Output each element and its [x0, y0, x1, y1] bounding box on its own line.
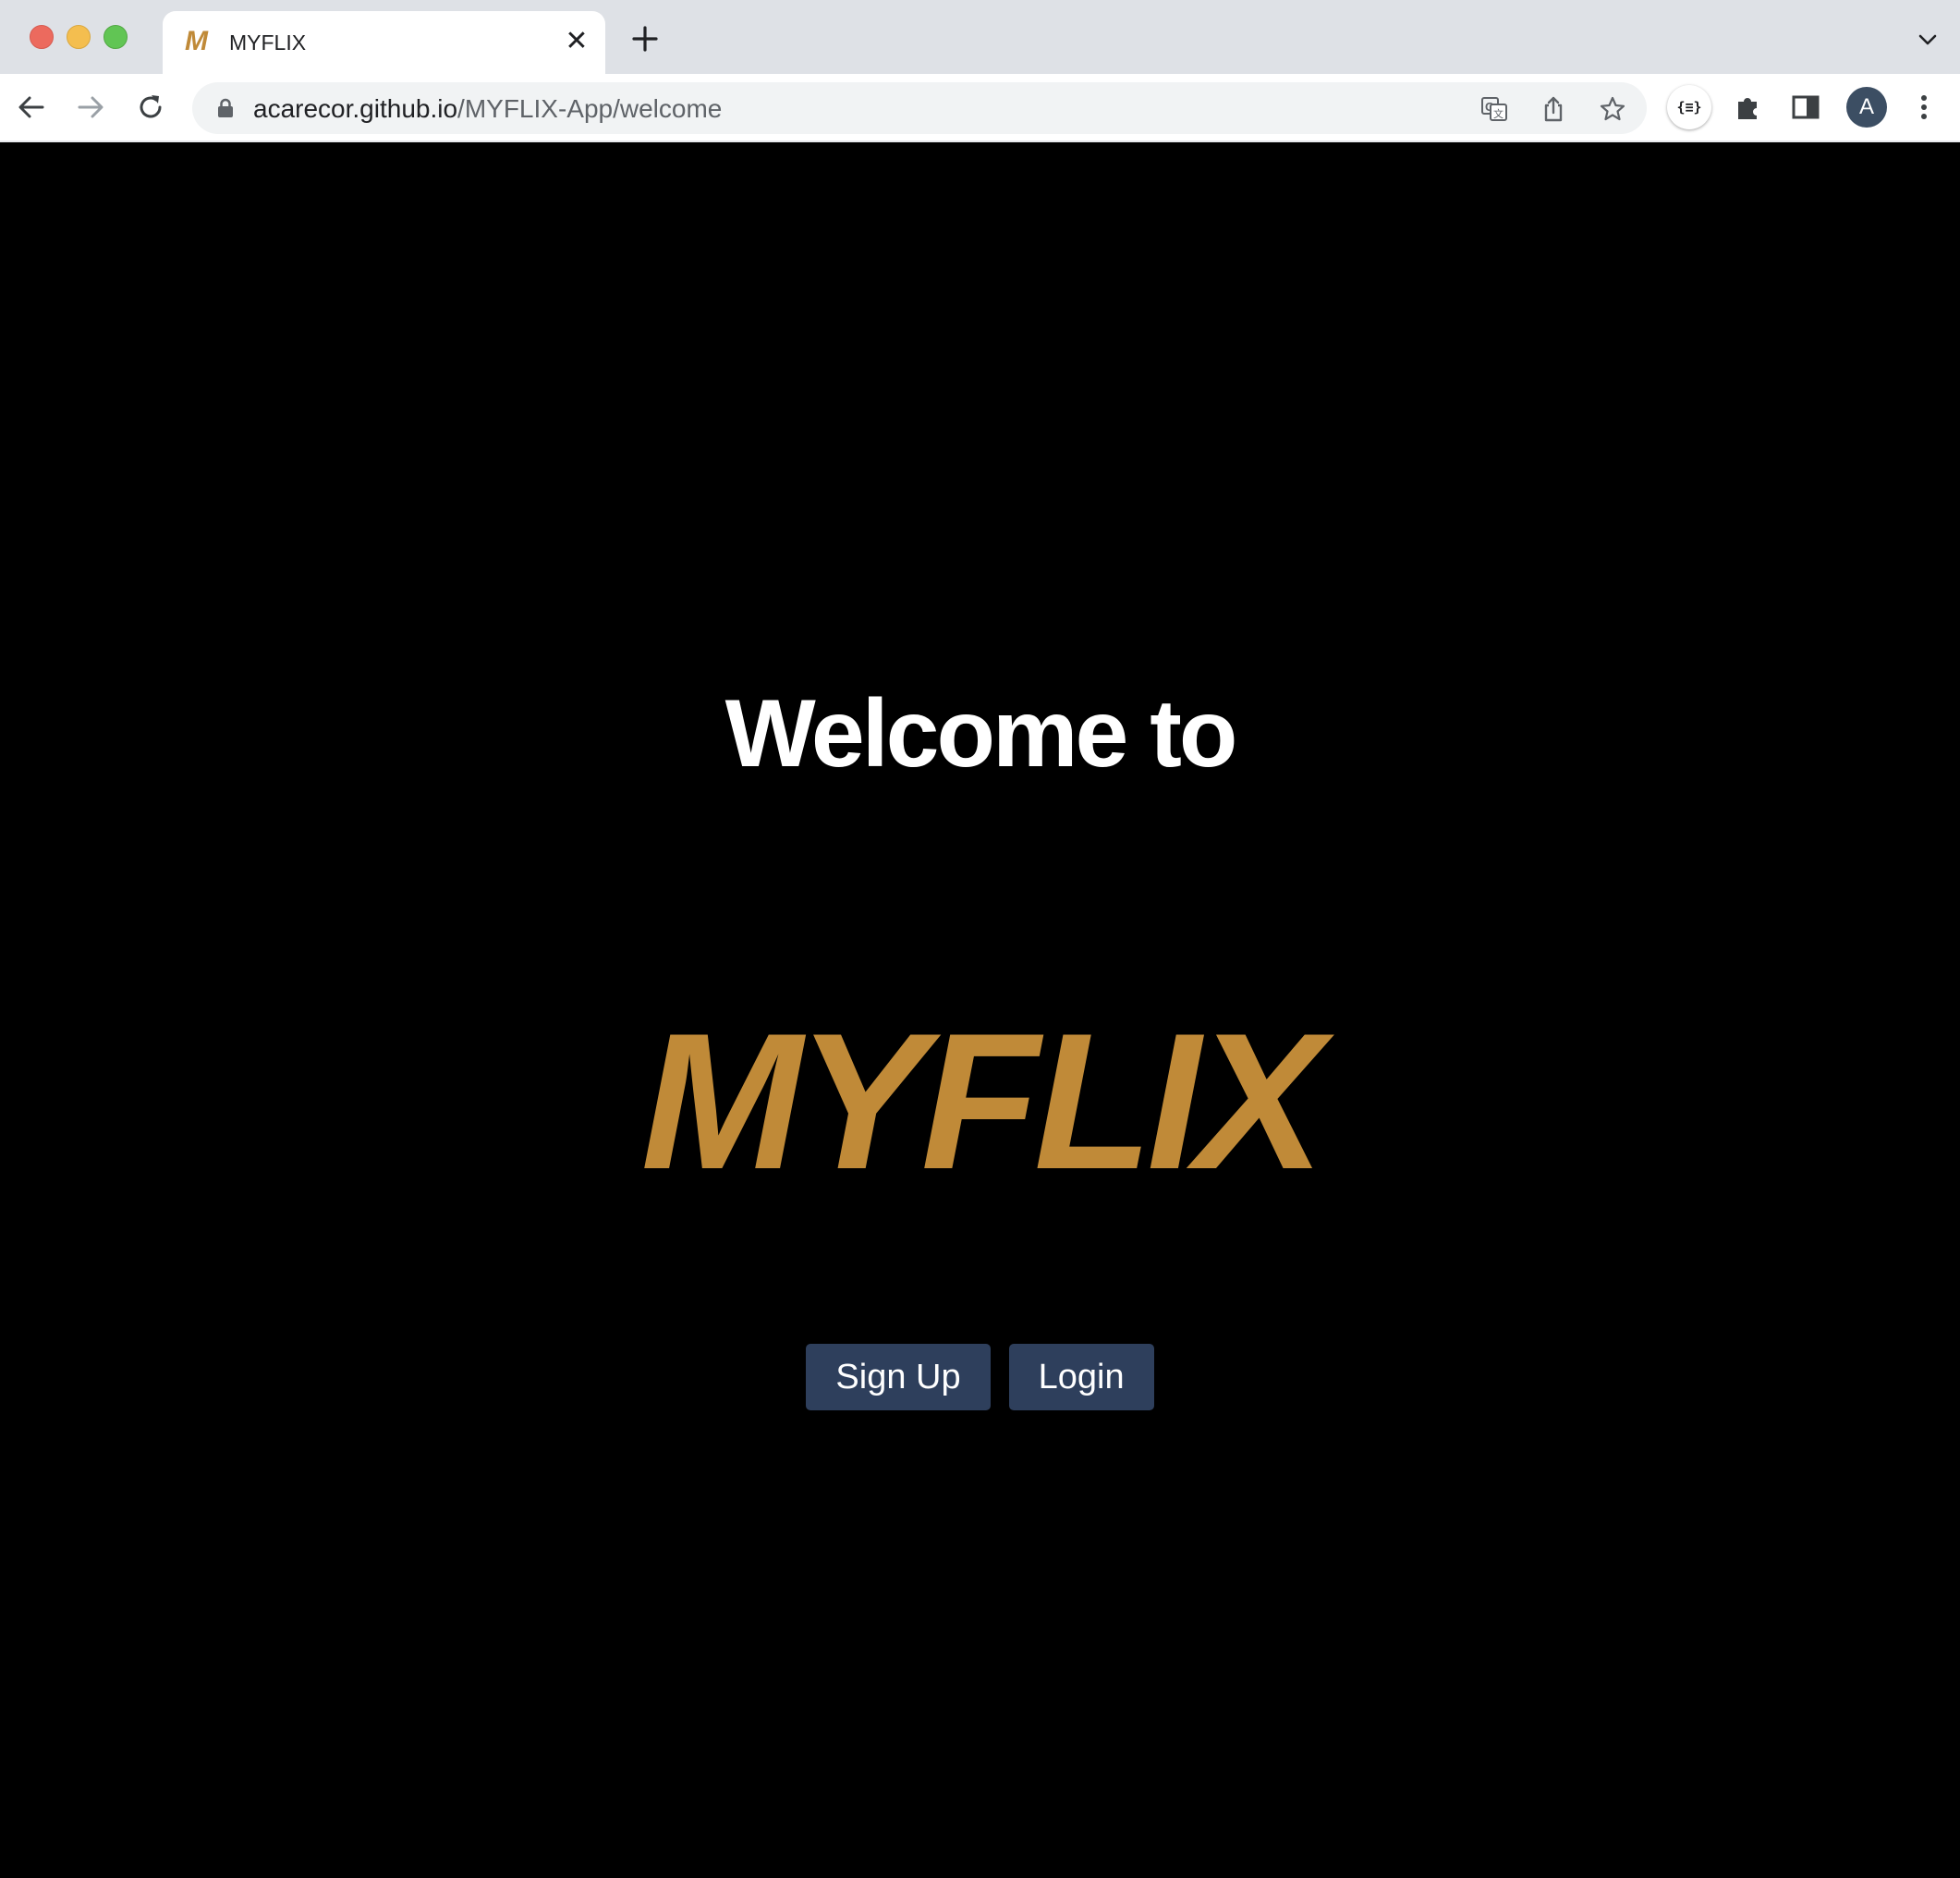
url-host: acarecor.github.io: [253, 94, 458, 123]
lock-icon[interactable]: [216, 98, 235, 118]
browser-toolbar: acarecor.github.io/MYFLIX-App/welcome G …: [0, 74, 1960, 142]
reload-icon[interactable]: [134, 91, 167, 124]
tab-close-icon[interactable]: ✕: [561, 26, 592, 57]
kebab-menu-icon[interactable]: [1907, 91, 1941, 124]
star-bookmark-icon[interactable]: [1599, 95, 1626, 123]
signup-button[interactable]: Sign Up: [806, 1344, 991, 1410]
translate-icon[interactable]: G 文: [1480, 95, 1508, 123]
side-panel-icon[interactable]: [1789, 91, 1822, 124]
minimize-window-button[interactable]: [67, 25, 91, 49]
tab-title: MYFLIX: [229, 30, 307, 55]
share-icon[interactable]: [1540, 95, 1567, 123]
back-arrow-icon[interactable]: [15, 91, 48, 124]
new-tab-plus-icon[interactable]: [628, 22, 662, 55]
url-path: /MYFLIX-App/welcome: [457, 94, 723, 123]
maximize-window-button[interactable]: [103, 25, 128, 49]
svg-text:文: 文: [1493, 107, 1503, 120]
tab-search-chevron-down-icon[interactable]: [1917, 30, 1938, 50]
address-bar[interactable]: acarecor.github.io/MYFLIX-App/welcome G …: [192, 82, 1647, 134]
json-viewer-extension-icon[interactable]: {≡}: [1667, 85, 1711, 129]
myflix-favicon-icon: M: [185, 26, 208, 56]
forward-arrow-icon[interactable]: [74, 91, 107, 124]
page-content: Welcome to MYFLIX Sign Up Login: [0, 142, 1960, 1878]
profile-avatar[interactable]: A: [1846, 87, 1887, 128]
myflix-logo: MYFLIX: [640, 993, 1325, 1210]
browser-window: M MYFLIX ✕ acarecor.github.io/MYFLIX-App…: [0, 0, 1960, 1878]
tab-strip: M MYFLIX ✕: [0, 0, 1960, 74]
tab-myflix[interactable]: M MYFLIX ✕: [163, 11, 605, 74]
puzzle-extensions-icon[interactable]: [1732, 91, 1765, 124]
auth-buttons: Sign Up Login: [0, 1344, 1960, 1410]
login-button[interactable]: Login: [1008, 1344, 1154, 1410]
url-text[interactable]: acarecor.github.io/MYFLIX-App/welcome: [253, 95, 722, 123]
welcome-heading: Welcome to: [724, 680, 1238, 787]
close-window-button[interactable]: [30, 25, 54, 49]
